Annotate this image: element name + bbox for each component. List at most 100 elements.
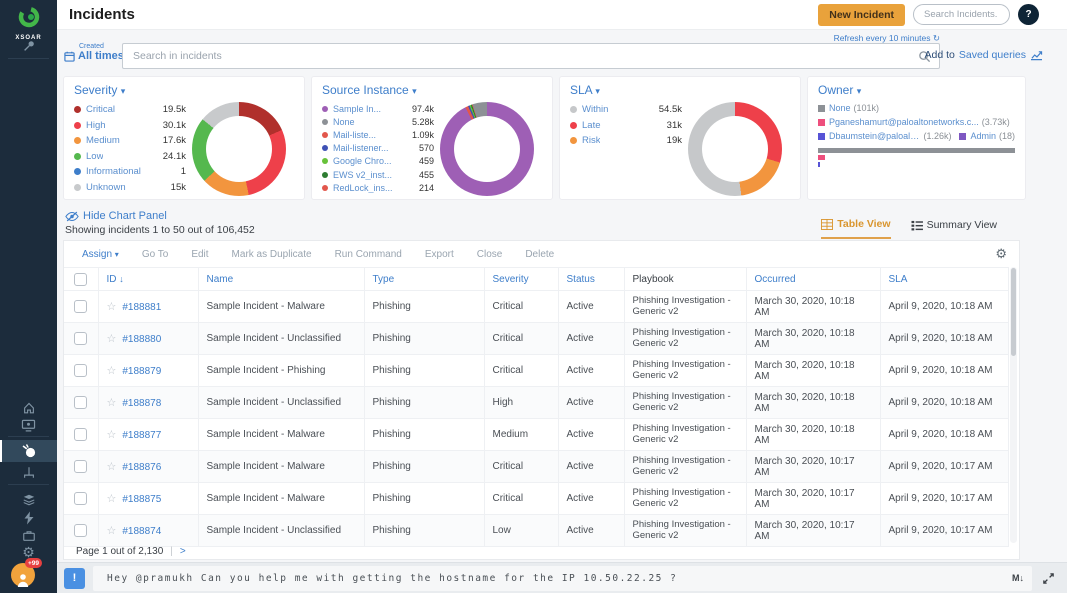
incident-id-link[interactable]: #188876 — [122, 462, 161, 473]
chat-input[interactable]: Hey @pramukh Can you help me with gettin… — [93, 566, 1032, 591]
incident-row[interactable]: ☆#188876 Sample Incident - Malware Phish… — [64, 451, 1009, 483]
incident-row[interactable]: ☆#188875 Sample Incident - Malware Phish… — [64, 483, 1009, 515]
legend-item[interactable]: Critical 19.5k — [74, 102, 186, 118]
legend-item[interactable]: RedLock_ins... 214 — [322, 181, 434, 194]
new-incident-button[interactable]: New Incident — [818, 4, 905, 26]
select-all-checkbox[interactable] — [74, 273, 87, 286]
column-header-name[interactable]: Name — [198, 268, 364, 291]
expand-icon[interactable] — [1042, 572, 1055, 585]
close-button[interactable]: Close — [477, 249, 503, 260]
column-header-sla[interactable]: SLA — [880, 268, 1009, 291]
incident-id-link[interactable]: #188875 — [122, 494, 161, 505]
owner-legend-item[interactable]: Dbaumstein@paloaltonetworks.c... (1.26k)… — [818, 129, 1015, 143]
legend-item[interactable]: Informational 1 — [74, 164, 186, 180]
next-page-button[interactable]: > — [180, 546, 186, 557]
row-checkbox[interactable] — [74, 396, 87, 409]
scrollbar-thumb[interactable] — [1011, 268, 1016, 356]
tab-table-view[interactable]: Table View — [821, 218, 890, 239]
sidebar-item-automation[interactable] — [0, 508, 57, 527]
incident-id-link[interactable]: #188878 — [122, 398, 161, 409]
help-button[interactable]: ? — [1018, 4, 1039, 25]
run-command-button[interactable]: Run Command — [335, 249, 402, 260]
sidebar-item-playbooks[interactable] — [0, 463, 57, 482]
user-avatar[interactable]: +99 — [11, 563, 35, 587]
mark-duplicate-button[interactable]: Mark as Duplicate — [232, 249, 312, 260]
source-instance-title[interactable]: Source Instance ▾ — [322, 83, 542, 97]
star-icon[interactable]: ☆ — [107, 397, 117, 409]
incident-id-link[interactable]: #188880 — [122, 334, 161, 345]
global-search-input[interactable] — [913, 4, 1010, 25]
legend-item[interactable]: Medium 17.6k — [74, 133, 186, 149]
tab-summary-view[interactable]: Summary View — [911, 218, 997, 239]
owner-legend-item[interactable]: Admin (18) — [959, 131, 1015, 141]
column-header-status[interactable]: Status — [558, 268, 624, 291]
sidebar-item-incidents[interactable] — [0, 440, 57, 462]
column-header-type[interactable]: Type — [364, 268, 484, 291]
legend-item[interactable]: Google Chro... 459 — [322, 155, 434, 168]
export-button[interactable]: Export — [425, 249, 454, 260]
legend-item[interactable]: EWS v2_inst... 455 — [322, 168, 434, 181]
sidebar-item-reports[interactable] — [0, 416, 57, 435]
markdown-icon[interactable]: M↓ — [1012, 573, 1024, 583]
row-checkbox[interactable] — [74, 332, 87, 345]
legend-item[interactable]: Low 24.1k — [74, 149, 186, 165]
incident-id-link[interactable]: #188881 — [122, 302, 161, 313]
incident-row[interactable]: ☆#188881 Sample Incident - Malware Phish… — [64, 291, 1009, 323]
owner-legend-item[interactable]: None (101k) — [818, 101, 1015, 115]
severity-title[interactable]: Severity ▾ — [74, 83, 294, 97]
legend-item[interactable]: Late 31k — [570, 118, 682, 134]
incident-search-input[interactable] — [123, 44, 939, 68]
incident-row[interactable]: ☆#188877 Sample Incident - Malware Phish… — [64, 419, 1009, 451]
table-scrollbar[interactable] — [1010, 267, 1017, 543]
refresh-icon[interactable]: ↻ — [933, 33, 940, 43]
chat-alert-icon[interactable]: ! — [64, 568, 85, 589]
star-icon[interactable]: ☆ — [107, 461, 117, 473]
column-header-occurred[interactable]: Occurred — [746, 268, 880, 291]
star-icon[interactable]: ☆ — [107, 525, 117, 537]
column-header-id[interactable]: ID ↓ — [98, 268, 198, 291]
column-header-playbook[interactable]: Playbook — [624, 268, 746, 291]
hide-chart-panel-link[interactable]: Hide Chart Panel — [65, 210, 167, 222]
star-icon[interactable]: ☆ — [107, 429, 117, 441]
owner-title[interactable]: Owner ▾ — [818, 83, 1015, 97]
incident-row[interactable]: ☆#188874 Sample Incident - Unclassified … — [64, 515, 1009, 547]
goto-button[interactable]: Go To — [142, 249, 169, 260]
edit-button[interactable]: Edit — [191, 249, 208, 260]
star-icon[interactable]: ☆ — [107, 301, 117, 313]
legend-item[interactable]: Risk 19k — [570, 133, 682, 149]
owner-legend-item[interactable]: Pganeshamurt@paloaltonetworks.c... (3.73… — [818, 115, 1015, 129]
saved-queries-link[interactable]: Saved queries — [959, 49, 1026, 61]
delete-button[interactable]: Delete — [525, 249, 554, 260]
incident-id-link[interactable]: #188879 — [122, 366, 161, 377]
legend-item[interactable]: Mail-listener... 570 — [322, 142, 434, 155]
star-icon[interactable]: ☆ — [107, 333, 117, 345]
xsoar-logo[interactable]: XSOAR — [0, 0, 57, 41]
row-checkbox[interactable] — [74, 524, 87, 537]
sidebar-item-docs[interactable] — [0, 490, 57, 509]
incident-row[interactable]: ☆#188880 Sample Incident - Unclassified … — [64, 323, 1009, 355]
time-range-filter[interactable]: Created All times ▾ — [64, 43, 131, 62]
legend-item[interactable]: Within 54.5k — [570, 102, 682, 118]
column-header-severity[interactable]: Severity — [484, 268, 558, 291]
row-checkbox[interactable] — [74, 460, 87, 473]
sla-title[interactable]: SLA ▾ — [570, 83, 790, 97]
legend-item[interactable]: Mail-liste... 1.09k — [322, 128, 434, 141]
legend-item[interactable]: None 5.28k — [322, 115, 434, 128]
star-icon[interactable]: ☆ — [107, 493, 117, 505]
assign-button[interactable]: Assign ▾ — [82, 249, 119, 260]
incident-id-link[interactable]: #188877 — [122, 430, 161, 441]
pin-icon[interactable] — [0, 36, 57, 55]
table-settings-gear-icon[interactable]: ⚙ — [995, 246, 1007, 262]
row-checkbox[interactable] — [74, 364, 87, 377]
star-icon[interactable]: ☆ — [107, 365, 117, 377]
legend-item[interactable]: Unknown 15k — [74, 180, 186, 196]
row-checkbox[interactable] — [74, 428, 87, 441]
chart-line-icon[interactable] — [1030, 50, 1043, 61]
row-checkbox[interactable] — [74, 300, 87, 313]
legend-item[interactable]: High 30.1k — [74, 118, 186, 134]
row-checkbox[interactable] — [74, 492, 87, 505]
sidebar-item-home[interactable] — [0, 398, 57, 417]
legend-item[interactable]: Sample In... 97.4k — [322, 102, 434, 115]
incident-row[interactable]: ☆#188879 Sample Incident - Phishing Phis… — [64, 355, 1009, 387]
incident-row[interactable]: ☆#188878 Sample Incident - Unclassified … — [64, 387, 1009, 419]
